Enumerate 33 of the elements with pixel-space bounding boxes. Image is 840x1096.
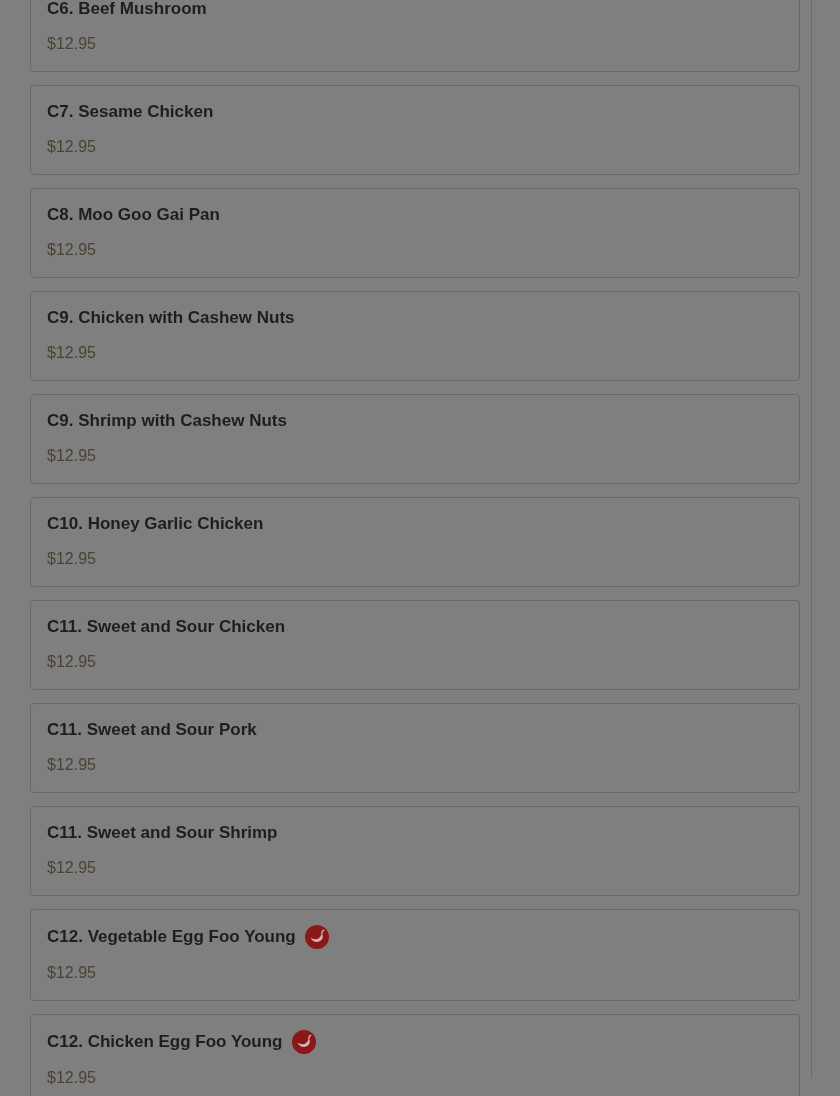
menu-item-name: C8. Moo Goo Gai Pan xyxy=(47,204,220,226)
menu-item-price: $12.95 xyxy=(47,240,97,260)
menu-item-card[interactable]: C9. Shrimp with Cashew Nuts $12.95 xyxy=(30,394,800,484)
menu-item-name: C11. Sweet and Sour Chicken xyxy=(47,616,286,638)
menu-item-name: C7. Sesame Chicken xyxy=(47,101,214,123)
menu-item-price: $12.95 xyxy=(47,34,97,54)
menu-item-price: $12.95 xyxy=(47,446,97,466)
menu-item-price: $12.95 xyxy=(47,343,97,363)
menu-item-card[interactable]: C12. Vegetable Egg Foo Young $12.95 xyxy=(30,909,800,1001)
menu-item-price: $12.95 xyxy=(47,652,97,672)
menu-item-name: C11. Sweet and Sour Pork xyxy=(47,719,257,741)
menu-item-card[interactable]: C7. Sesame Chicken $12.95 xyxy=(30,85,800,175)
menu-item-price: $12.95 xyxy=(47,963,97,983)
menu-item-price: $12.95 xyxy=(47,858,97,878)
menu-item-card[interactable]: C8. Moo Goo Gai Pan $12.95 xyxy=(30,188,800,278)
menu-item-name: C12. Vegetable Egg Foo Young xyxy=(47,926,296,948)
menu-item-card[interactable]: C6. Beef Mushroom $12.95 xyxy=(30,0,800,72)
menu-item-card[interactable]: C11. Sweet and Sour Pork $12.95 xyxy=(30,703,800,793)
menu-item-name: C10. Honey Garlic Chicken xyxy=(47,513,264,535)
menu-item-name: C11. Sweet and Sour Shrimp xyxy=(47,822,278,844)
menu-item-card[interactable]: C11. Sweet and Sour Chicken $12.95 xyxy=(30,600,800,690)
menu-item-card[interactable]: C11. Sweet and Sour Shrimp $12.95 xyxy=(30,806,800,896)
menu-item-price: $12.95 xyxy=(47,549,97,569)
menu-item-price: $12.95 xyxy=(47,755,97,775)
menu-item-name: C9. Shrimp with Cashew Nuts xyxy=(47,410,287,432)
menu-item-card[interactable]: C12. Chicken Egg Foo Young $12.95 xyxy=(30,1014,800,1096)
menu-item-name: C6. Beef Mushroom xyxy=(47,0,207,20)
menu-item-card[interactable]: C10. Honey Garlic Chicken $12.95 xyxy=(30,497,800,587)
menu-item-price: $12.95 xyxy=(47,137,97,157)
menu-item-name: C9. Chicken with Cashew Nuts xyxy=(47,307,295,329)
menu-item-price: $12.95 xyxy=(47,1068,97,1088)
menu-item-card[interactable]: C9. Chicken with Cashew Nuts $12.95 xyxy=(30,291,800,381)
menu-item-name: C12. Chicken Egg Foo Young xyxy=(47,1031,283,1053)
